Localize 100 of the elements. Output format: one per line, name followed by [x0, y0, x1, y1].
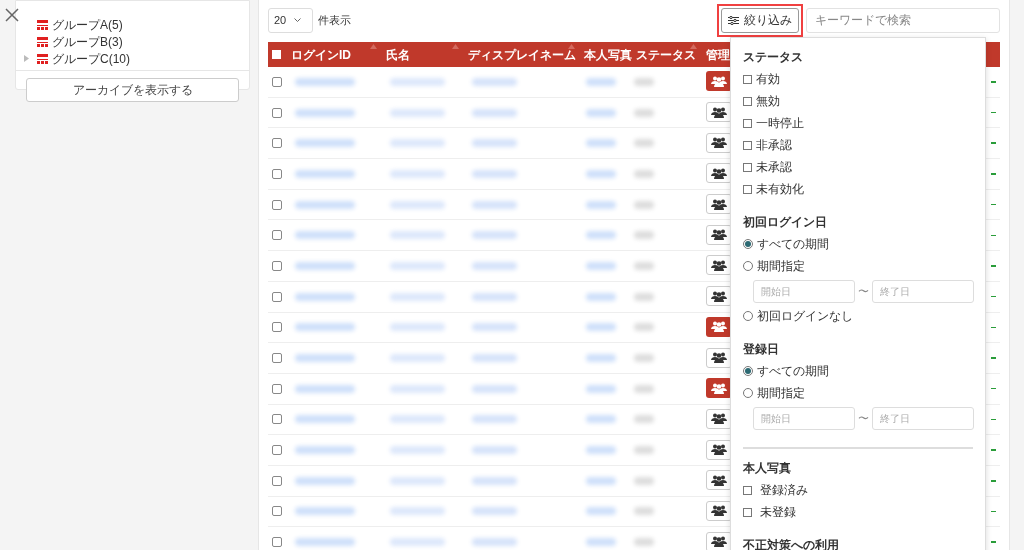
- filter-button[interactable]: 絞り込み: [721, 7, 799, 33]
- option-label: 期間指定: [757, 385, 805, 402]
- admin-badge[interactable]: [706, 347, 732, 368]
- blurred-content: [390, 231, 445, 240]
- end-date-field[interactable]: 終了日: [872, 279, 974, 303]
- blurred-content: [390, 507, 445, 516]
- dash-icon: [991, 111, 996, 114]
- end-date-field[interactable]: 終了日: [872, 406, 974, 430]
- page-size-select[interactable]: 20: [268, 7, 313, 33]
- blurred-content: [634, 169, 654, 178]
- blurred-content: [472, 77, 517, 86]
- blurred-content: [634, 476, 654, 485]
- admin-badge[interactable]: [706, 132, 732, 153]
- blurred-content: [390, 169, 445, 178]
- column-header[interactable]: 管理: [706, 45, 730, 64]
- admin-badge[interactable]: [706, 255, 732, 276]
- row-checkbox[interactable]: [271, 537, 282, 548]
- checkbox[interactable]: [743, 507, 752, 517]
- admin-badge[interactable]: [706, 102, 732, 123]
- admin-badge[interactable]: [706, 378, 732, 399]
- checkbox[interactable]: [743, 485, 752, 495]
- blurred-content: [472, 108, 517, 117]
- blurred-content: [472, 507, 517, 516]
- blurred-content: [634, 354, 654, 363]
- dash-icon: [991, 142, 996, 144]
- select-all-checkbox[interactable]: [272, 50, 281, 59]
- column-header[interactable]: ディスプレイネーム: [468, 45, 576, 64]
- blurred-content: [472, 200, 517, 209]
- column-header[interactable]: ステータス: [636, 45, 696, 64]
- admin-badge[interactable]: [706, 286, 732, 307]
- row-checkbox[interactable]: [271, 199, 282, 210]
- radio-button[interactable]: [743, 388, 753, 398]
- admin-badge[interactable]: [706, 316, 732, 337]
- blurred-content: [472, 292, 517, 301]
- admin-badge[interactable]: [706, 194, 732, 215]
- blurred-content: [472, 323, 517, 332]
- search-field[interactable]: キーワードで検索: [806, 7, 1000, 33]
- admin-badge[interactable]: [706, 224, 732, 245]
- tree-item[interactable]: グループC(10): [52, 52, 130, 65]
- row-checkbox[interactable]: [271, 414, 282, 425]
- admin-badge[interactable]: [706, 408, 732, 429]
- admin-badge[interactable]: [706, 470, 732, 491]
- dash-icon: [991, 265, 996, 267]
- start-date-field[interactable]: 開始日: [753, 279, 855, 303]
- archive-button[interactable]: アーカイブを表示する: [26, 78, 239, 102]
- row-checkbox[interactable]: [271, 506, 282, 517]
- close-icon[interactable]: [5, 8, 19, 22]
- row-checkbox[interactable]: [271, 475, 282, 486]
- blurred-content: [472, 538, 517, 547]
- people-icon: [711, 505, 727, 517]
- tree-item[interactable]: グループB(3): [52, 35, 123, 48]
- people-icon: [711, 167, 727, 179]
- row-checkbox[interactable]: [271, 230, 282, 241]
- radio-button[interactable]: [743, 239, 753, 249]
- people-icon: [711, 474, 727, 486]
- column-header[interactable]: 本人写真: [584, 45, 632, 64]
- admin-badge[interactable]: [706, 163, 732, 184]
- blurred-content: [586, 139, 616, 148]
- blurred-content: [586, 77, 616, 86]
- start-date-field[interactable]: 開始日: [753, 406, 855, 430]
- blurred-content: [295, 292, 355, 301]
- row-checkbox[interactable]: [271, 383, 282, 394]
- row-checkbox[interactable]: [271, 445, 282, 456]
- dash-icon: [991, 295, 996, 298]
- blurred-content: [586, 384, 616, 393]
- column-header[interactable]: ログインID: [291, 45, 351, 64]
- blurred-content: [295, 354, 355, 363]
- radio-button[interactable]: [743, 311, 753, 321]
- radio-button[interactable]: [743, 261, 753, 271]
- admin-badge[interactable]: [706, 531, 732, 550]
- row-checkbox[interactable]: [271, 168, 282, 179]
- blurred-content: [390, 476, 445, 485]
- dash-icon: [991, 480, 996, 482]
- radio-button[interactable]: [743, 366, 753, 376]
- row-checkbox[interactable]: [271, 291, 282, 302]
- checkbox[interactable]: [743, 118, 752, 128]
- blurred-content: [586, 231, 616, 240]
- admin-badge[interactable]: [706, 500, 732, 521]
- row-checkbox[interactable]: [271, 260, 282, 271]
- blurred-content: [390, 200, 445, 209]
- row-checkbox[interactable]: [271, 322, 282, 333]
- admin-badge[interactable]: [706, 439, 732, 460]
- row-checkbox[interactable]: [271, 107, 282, 118]
- blurred-content: [472, 446, 517, 455]
- blurred-content: [634, 538, 654, 547]
- blurred-content: [295, 538, 355, 547]
- checkbox[interactable]: [743, 162, 752, 172]
- admin-badge[interactable]: [706, 71, 732, 92]
- tree-item[interactable]: グループA(5): [52, 18, 123, 31]
- row-checkbox[interactable]: [271, 353, 282, 364]
- chevron-down-icon: [294, 18, 302, 22]
- row-checkbox[interactable]: [271, 76, 282, 87]
- checkbox[interactable]: [743, 96, 752, 106]
- column-header[interactable]: 氏名: [386, 45, 410, 64]
- row-checkbox[interactable]: [271, 138, 282, 149]
- checkbox[interactable]: [743, 184, 752, 194]
- blurred-content: [634, 507, 654, 516]
- checkbox[interactable]: [743, 140, 752, 150]
- page-size-label: 件表示: [318, 12, 351, 28]
- checkbox[interactable]: [743, 74, 752, 84]
